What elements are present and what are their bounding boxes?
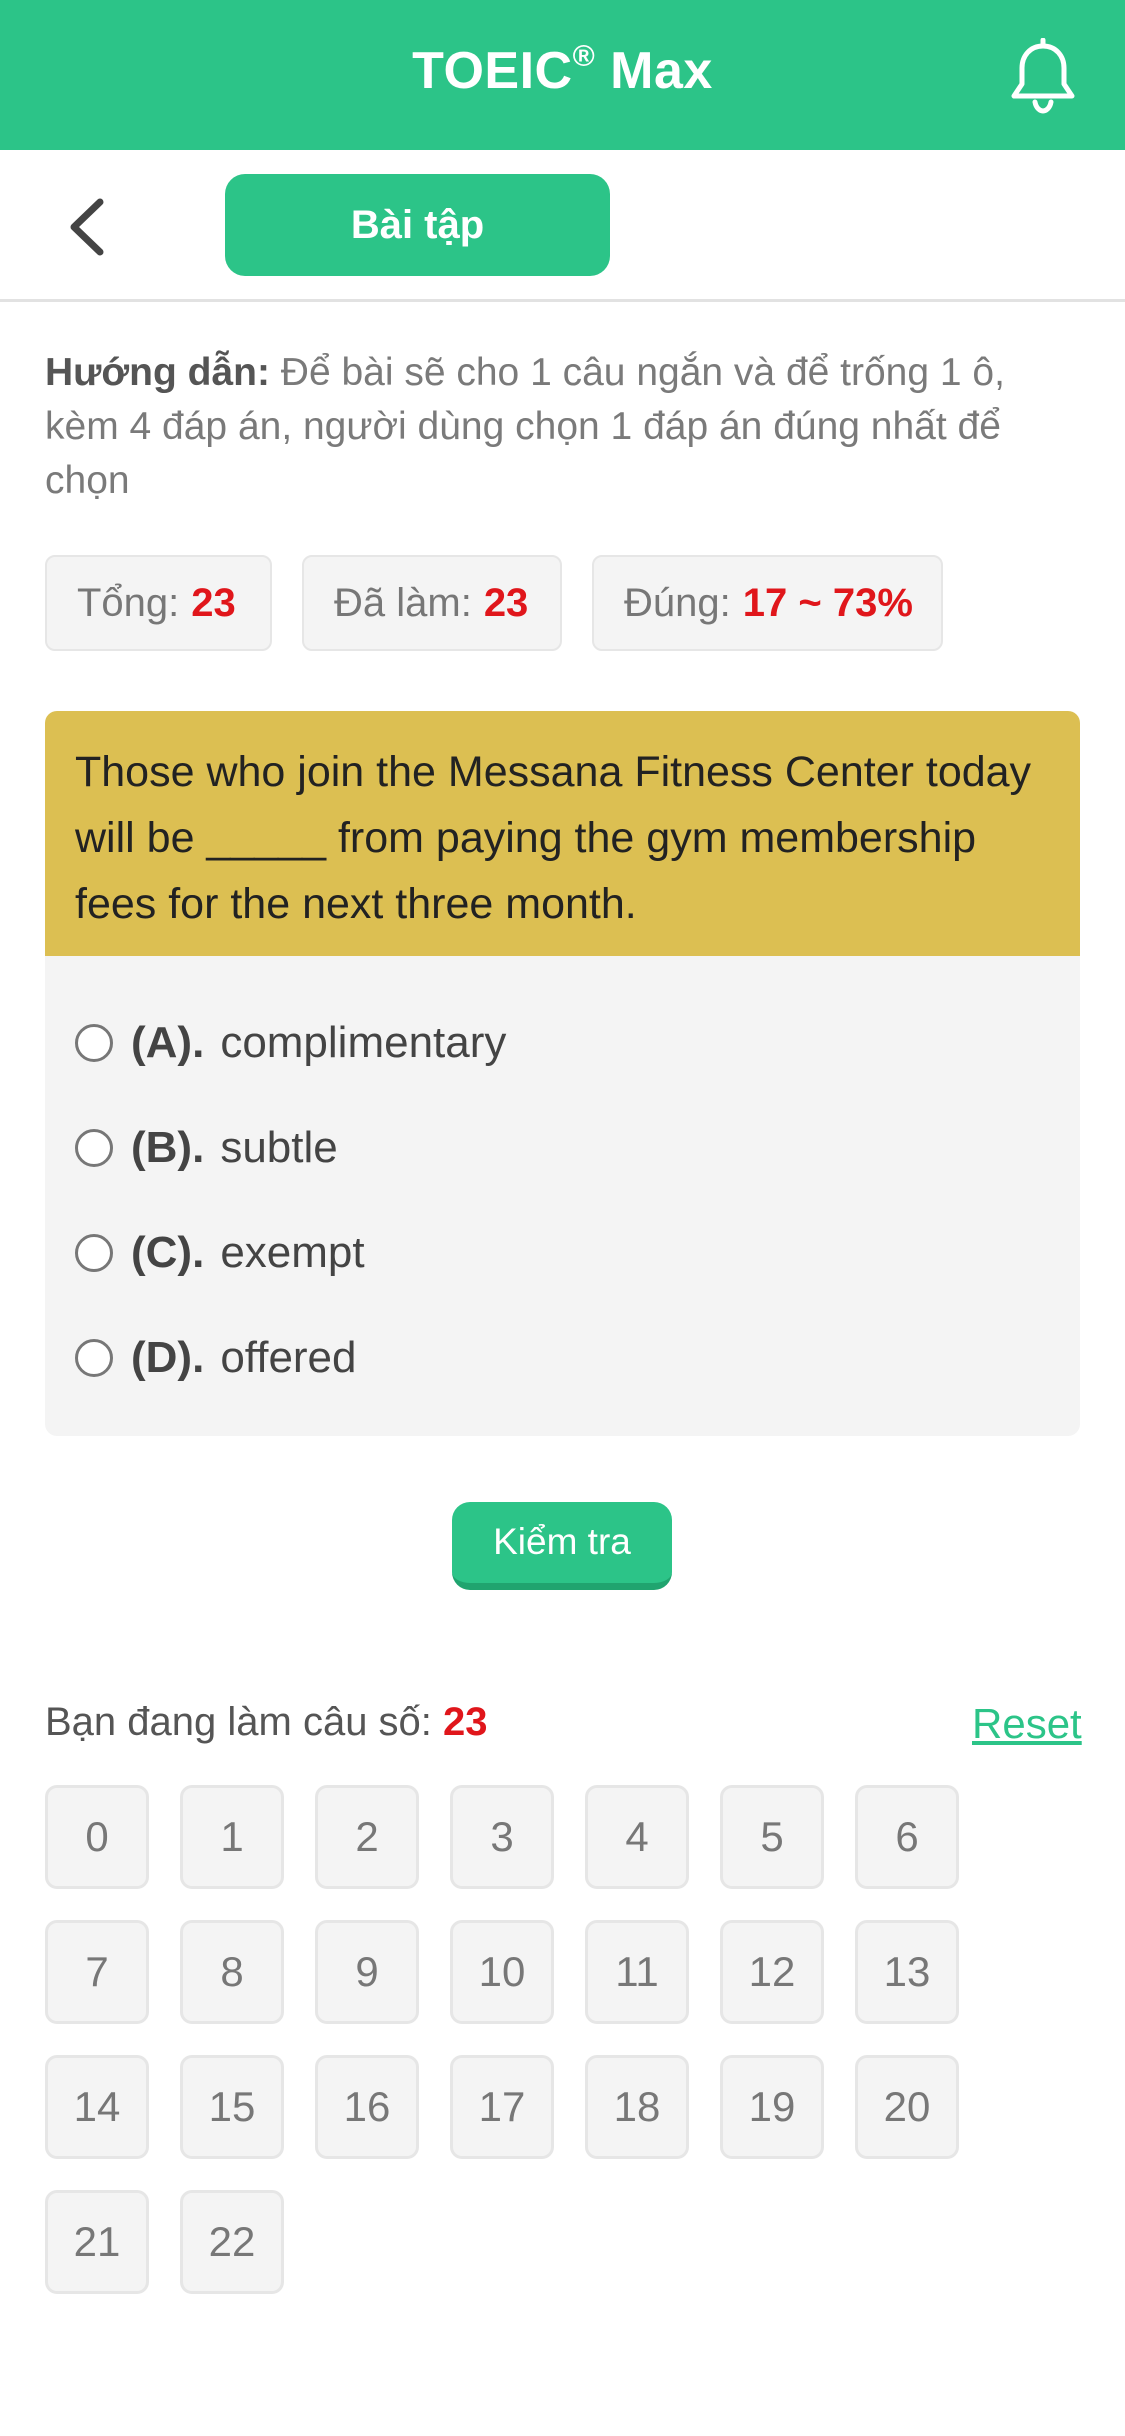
app-header: TOEIC® Max — [0, 0, 1125, 150]
app-title: TOEIC® Max — [412, 40, 713, 100]
question-number-button[interactable]: 16 — [315, 2055, 419, 2159]
sub-toolbar: Bài tập — [0, 150, 1125, 302]
question-number-button[interactable]: 2 — [315, 1785, 419, 1889]
instructions: Hướng dẫn: Để bài sẽ cho 1 câu ngắn và đ… — [45, 346, 1085, 508]
question-number-button[interactable]: 9 — [315, 1920, 419, 2024]
tab-exercise[interactable]: Bài tập — [225, 174, 610, 276]
question-number-button[interactable]: 10 — [450, 1920, 554, 2024]
radio-button[interactable] — [75, 1234, 113, 1272]
option-b[interactable]: (B). subtle — [75, 1113, 338, 1183]
question-number-button[interactable]: 17 — [450, 2055, 554, 2159]
bell-icon[interactable] — [1008, 38, 1078, 114]
radio-button[interactable] — [75, 1129, 113, 1167]
radio-button[interactable] — [75, 1024, 113, 1062]
option-d[interactable]: (D). offered — [75, 1323, 357, 1393]
question-number-button[interactable]: 3 — [450, 1785, 554, 1889]
question-number-button[interactable]: 11 — [585, 1920, 689, 2024]
question-number-button[interactable]: 18 — [585, 2055, 689, 2159]
option-c[interactable]: (C). exempt — [75, 1218, 365, 1288]
instructions-label: Hướng dẫn: — [45, 351, 270, 394]
radio-button[interactable] — [75, 1339, 113, 1377]
question-number-button[interactable]: 14 — [45, 2055, 149, 2159]
question-number-button[interactable]: 7 — [45, 1920, 149, 2024]
reset-link[interactable]: Reset — [972, 1700, 1082, 1748]
question-number-button[interactable]: 6 — [855, 1785, 959, 1889]
question-number-button[interactable]: 19 — [720, 2055, 824, 2159]
question-number-button[interactable]: 21 — [45, 2190, 149, 2294]
chevron-left-icon[interactable] — [62, 196, 112, 258]
question-number-button[interactable]: 0 — [45, 1785, 149, 1889]
answer-options: (A). complimentary (B). subtle (C). exem… — [45, 956, 1080, 1436]
question-number-button[interactable]: 15 — [180, 2055, 284, 2159]
stat-total: Tổng: 23 — [45, 555, 272, 651]
check-button[interactable]: Kiểm tra — [452, 1502, 672, 1590]
question-number-button[interactable]: 13 — [855, 1920, 959, 2024]
question-number-button[interactable]: 22 — [180, 2190, 284, 2294]
question-text: Those who join the Messana Fitness Cente… — [45, 711, 1080, 956]
question-number-button[interactable]: 8 — [180, 1920, 284, 2024]
question-number-button[interactable]: 4 — [585, 1785, 689, 1889]
stat-done: Đã làm: 23 — [302, 555, 562, 651]
stat-correct: Đúng: 17 ~ 73% — [592, 555, 943, 651]
question-number-button[interactable]: 5 — [720, 1785, 824, 1889]
question-number-button[interactable]: 12 — [720, 1920, 824, 2024]
current-question-indicator: Bạn đang làm câu số: 23 — [45, 1700, 488, 1744]
option-a[interactable]: (A). complimentary — [75, 1008, 506, 1078]
question-number-button[interactable]: 1 — [180, 1785, 284, 1889]
question-number-button[interactable]: 20 — [855, 2055, 959, 2159]
